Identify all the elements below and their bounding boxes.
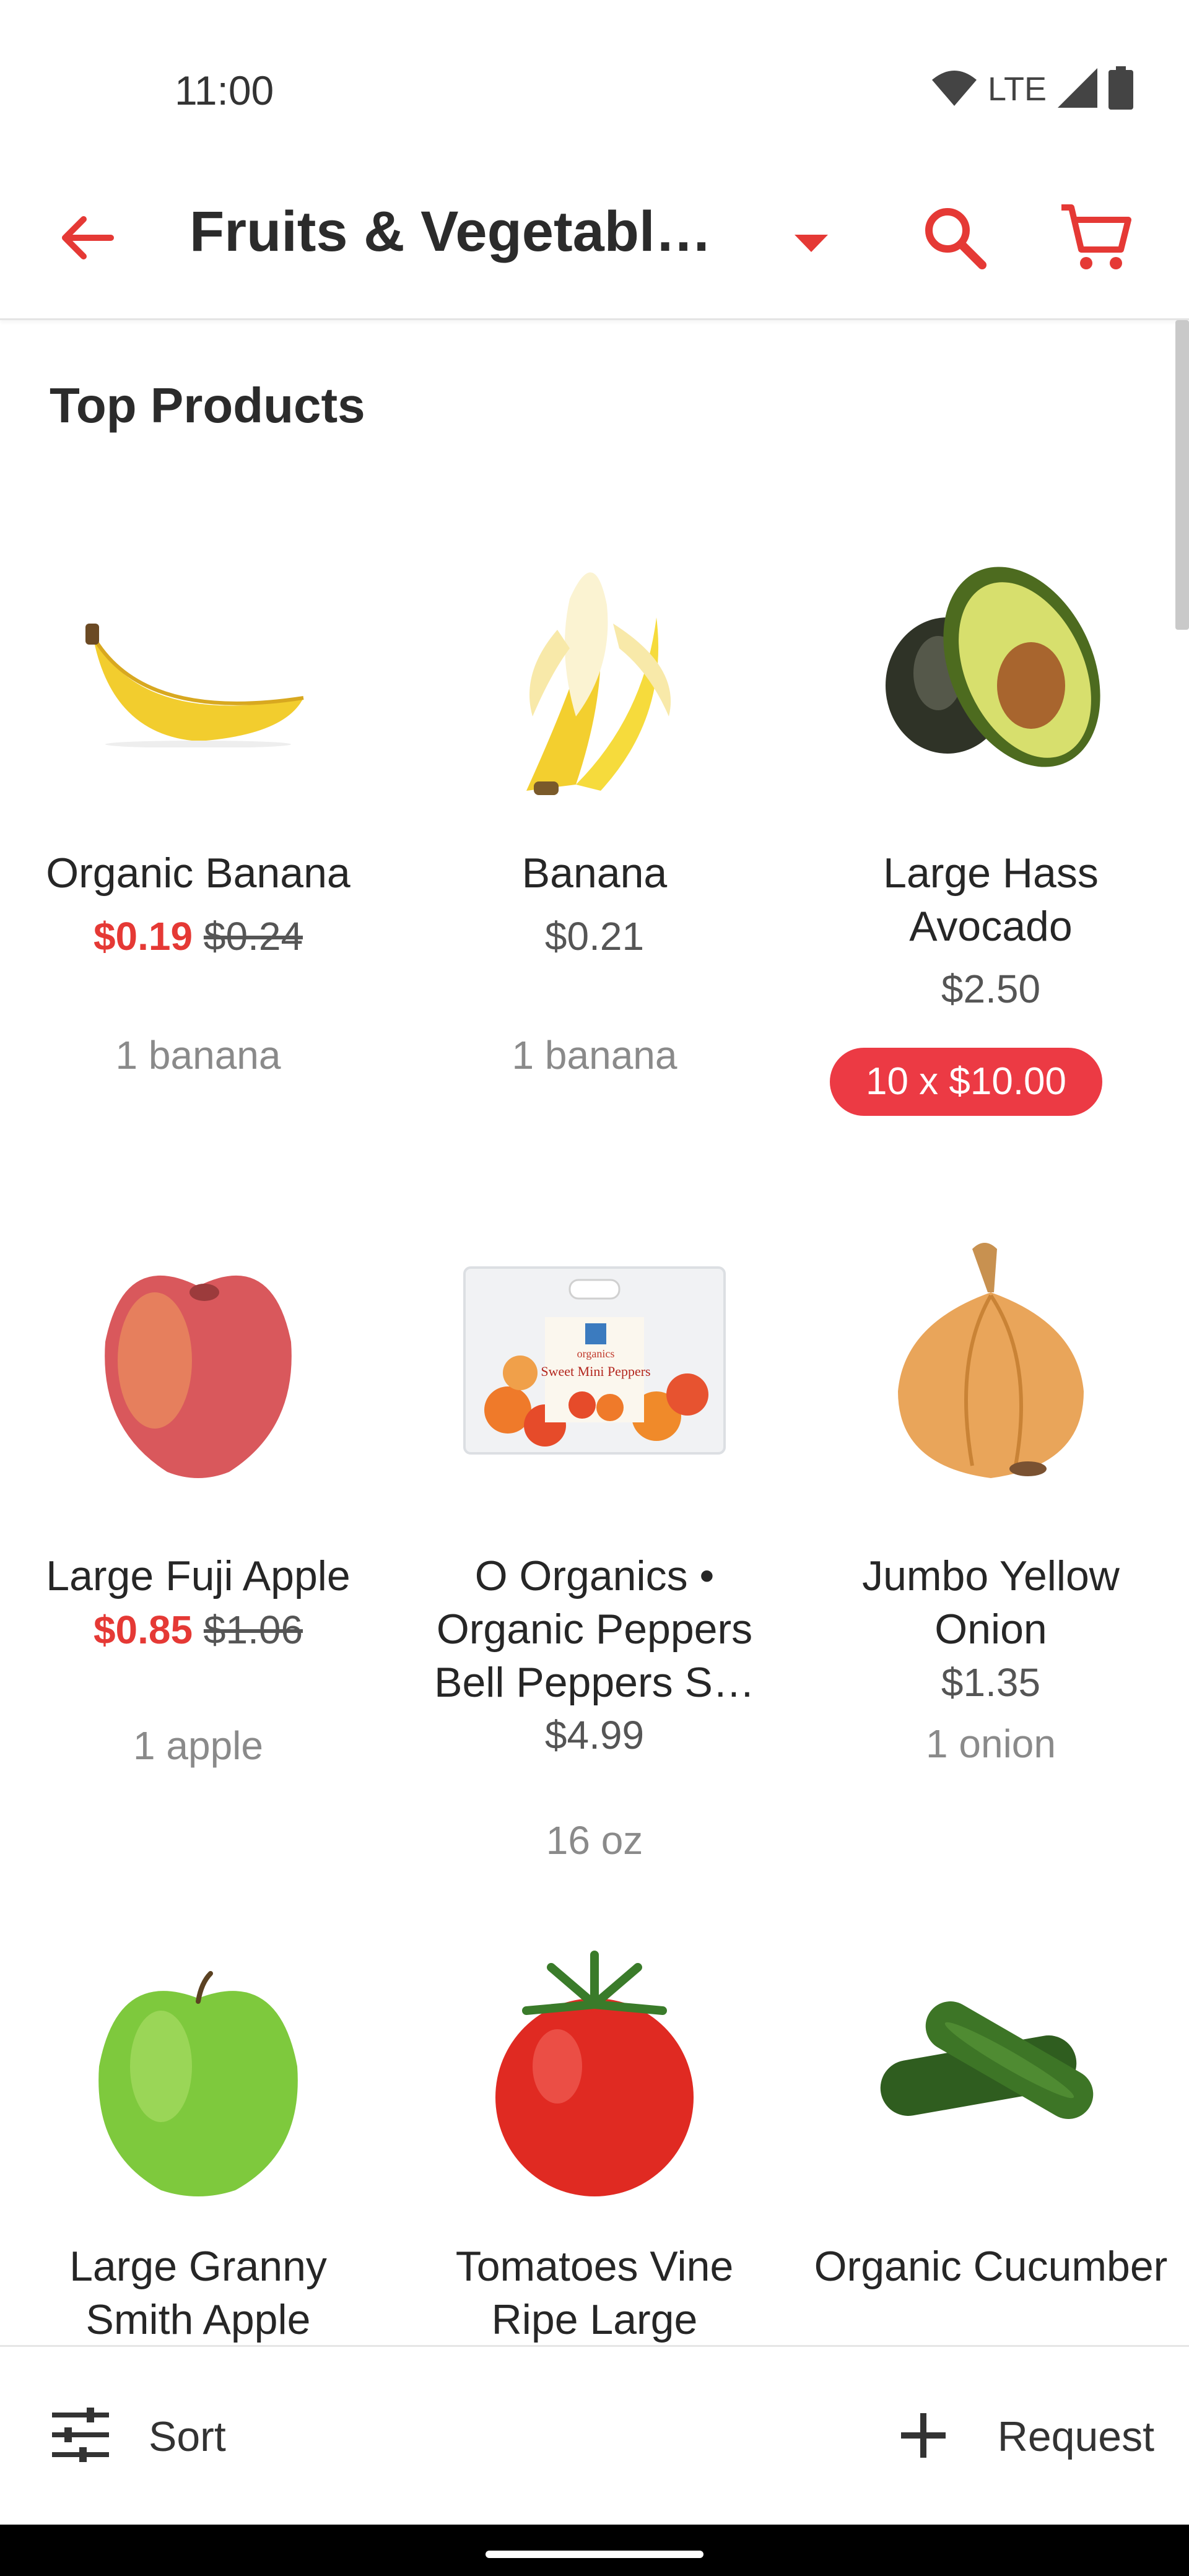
- package-brand: organics: [577, 1347, 615, 1360]
- wifi-icon: [931, 69, 977, 110]
- sale-price: $0.19: [93, 914, 193, 959]
- product-name: Jumbo Yellow Onion: [862, 1552, 1120, 1653]
- product-name: Organic Banana: [46, 850, 351, 897]
- deal-badge[interactable]: 10 x $10.00: [830, 1048, 1102, 1116]
- search-button[interactable]: [914, 198, 995, 279]
- product-price-row: $0.19 $0.24: [0, 912, 396, 961]
- product-card[interactable]: Tomatoes Vine Ripe Large: [396, 1930, 793, 2345]
- back-arrow-icon: [59, 213, 115, 266]
- request-button[interactable]: Request: [899, 2396, 1154, 2477]
- product-image-banana: [62, 531, 334, 803]
- product-card[interactable]: Large Fuji Apple $0.85 $1.06 1 apple: [0, 1224, 396, 1905]
- system-nav-bar: [0, 2525, 1189, 2576]
- product-card[interactable]: Organic Cucumber: [793, 1930, 1189, 2345]
- product-name: Tomatoes Vine Ripe Large: [455, 2243, 734, 2343]
- product-unit: 1 apple: [133, 1723, 263, 1768]
- product-image-peppers-bag: organics Sweet Mini Peppers: [458, 1224, 731, 1497]
- package-product: Sweet Mini Peppers: [541, 1364, 650, 1379]
- category-dropdown[interactable]: [786, 220, 836, 270]
- battery-icon: [1108, 66, 1133, 113]
- bottom-bar: Sort Request: [0, 2345, 1189, 2526]
- sort-button[interactable]: Sort: [50, 2396, 226, 2477]
- product-unit: 1 banana: [115, 1033, 281, 1077]
- sort-label: Sort: [149, 2413, 226, 2460]
- sliders-icon: [50, 2407, 111, 2466]
- plus-icon: [899, 2411, 948, 2463]
- product-price-row: $4.99: [396, 1710, 793, 1760]
- original-price: $0.24: [203, 914, 303, 959]
- dropdown-caret-icon: [795, 234, 828, 256]
- product-name: Banana: [521, 850, 668, 897]
- product-name: Organic Cucumber: [814, 2243, 1168, 2290]
- status-time: 11:00: [175, 67, 274, 113]
- product-image-yellow-onion: [855, 1224, 1127, 1497]
- signal-icon: [1058, 67, 1097, 111]
- original-price: $1.06: [203, 1608, 303, 1652]
- product-name: O Organics • Organic Peppers Bell Pepper…: [434, 1552, 755, 1706]
- app-bar: Fruits & Vegetabl…: [0, 161, 1189, 320]
- product-price-row: $2.50: [793, 964, 1189, 1014]
- product-card[interactable]: Large Granny Smith Apple: [0, 1930, 396, 2345]
- product-image-peeled-banana: [458, 531, 731, 803]
- price: $1.35: [941, 1660, 1041, 1705]
- price: $0.21: [544, 914, 645, 959]
- product-card[interactable]: Jumbo Yellow Onion $1.35 1 onion: [793, 1224, 1189, 1905]
- status-icons: LTE: [931, 64, 1133, 114]
- search-icon: [920, 203, 988, 274]
- lte-label: LTE: [987, 71, 1047, 108]
- product-price-row: $0.21: [396, 912, 793, 961]
- product-unit: 16 oz: [546, 1818, 643, 1863]
- product-image-fuji-apple: [62, 1224, 334, 1497]
- product-image-tomato: [458, 1936, 731, 2209]
- product-list[interactable]: Top Products Organic Banana $0.19 $0.24 …: [0, 320, 1189, 2345]
- product-image-granny-smith-apple: [62, 1943, 334, 2215]
- product-price-row: $1.35: [793, 1658, 1189, 1707]
- product-image-avocado: [855, 531, 1127, 803]
- product-unit: 1 onion: [926, 1721, 1056, 1766]
- product-unit: 1 banana: [512, 1033, 677, 1077]
- product-card[interactable]: organics Sweet Mini Peppers O Organics •…: [396, 1224, 793, 1967]
- cart-button[interactable]: [1053, 198, 1139, 279]
- product-name: Large Granny Smith Apple: [69, 2243, 327, 2343]
- cart-icon: [1059, 200, 1133, 277]
- back-button[interactable]: [50, 202, 124, 276]
- product-name: Large Fuji Apple: [46, 1552, 351, 1599]
- page-title[interactable]: Fruits & Vegetabl…: [189, 199, 747, 264]
- home-gesture-pill[interactable]: [486, 2551, 703, 2558]
- product-price-row: $0.85 $1.06: [0, 1605, 396, 1655]
- product-name: Large Hass Avocado: [883, 850, 1099, 950]
- status-bar: 11:00 LTE: [0, 0, 1189, 161]
- price: $2.50: [941, 967, 1041, 1011]
- request-label: Request: [997, 2413, 1154, 2460]
- product-image-cucumber: [855, 1943, 1127, 2215]
- price: $4.99: [544, 1713, 645, 1757]
- section-title: Top Products: [50, 378, 365, 433]
- sale-price: $0.85: [93, 1608, 193, 1652]
